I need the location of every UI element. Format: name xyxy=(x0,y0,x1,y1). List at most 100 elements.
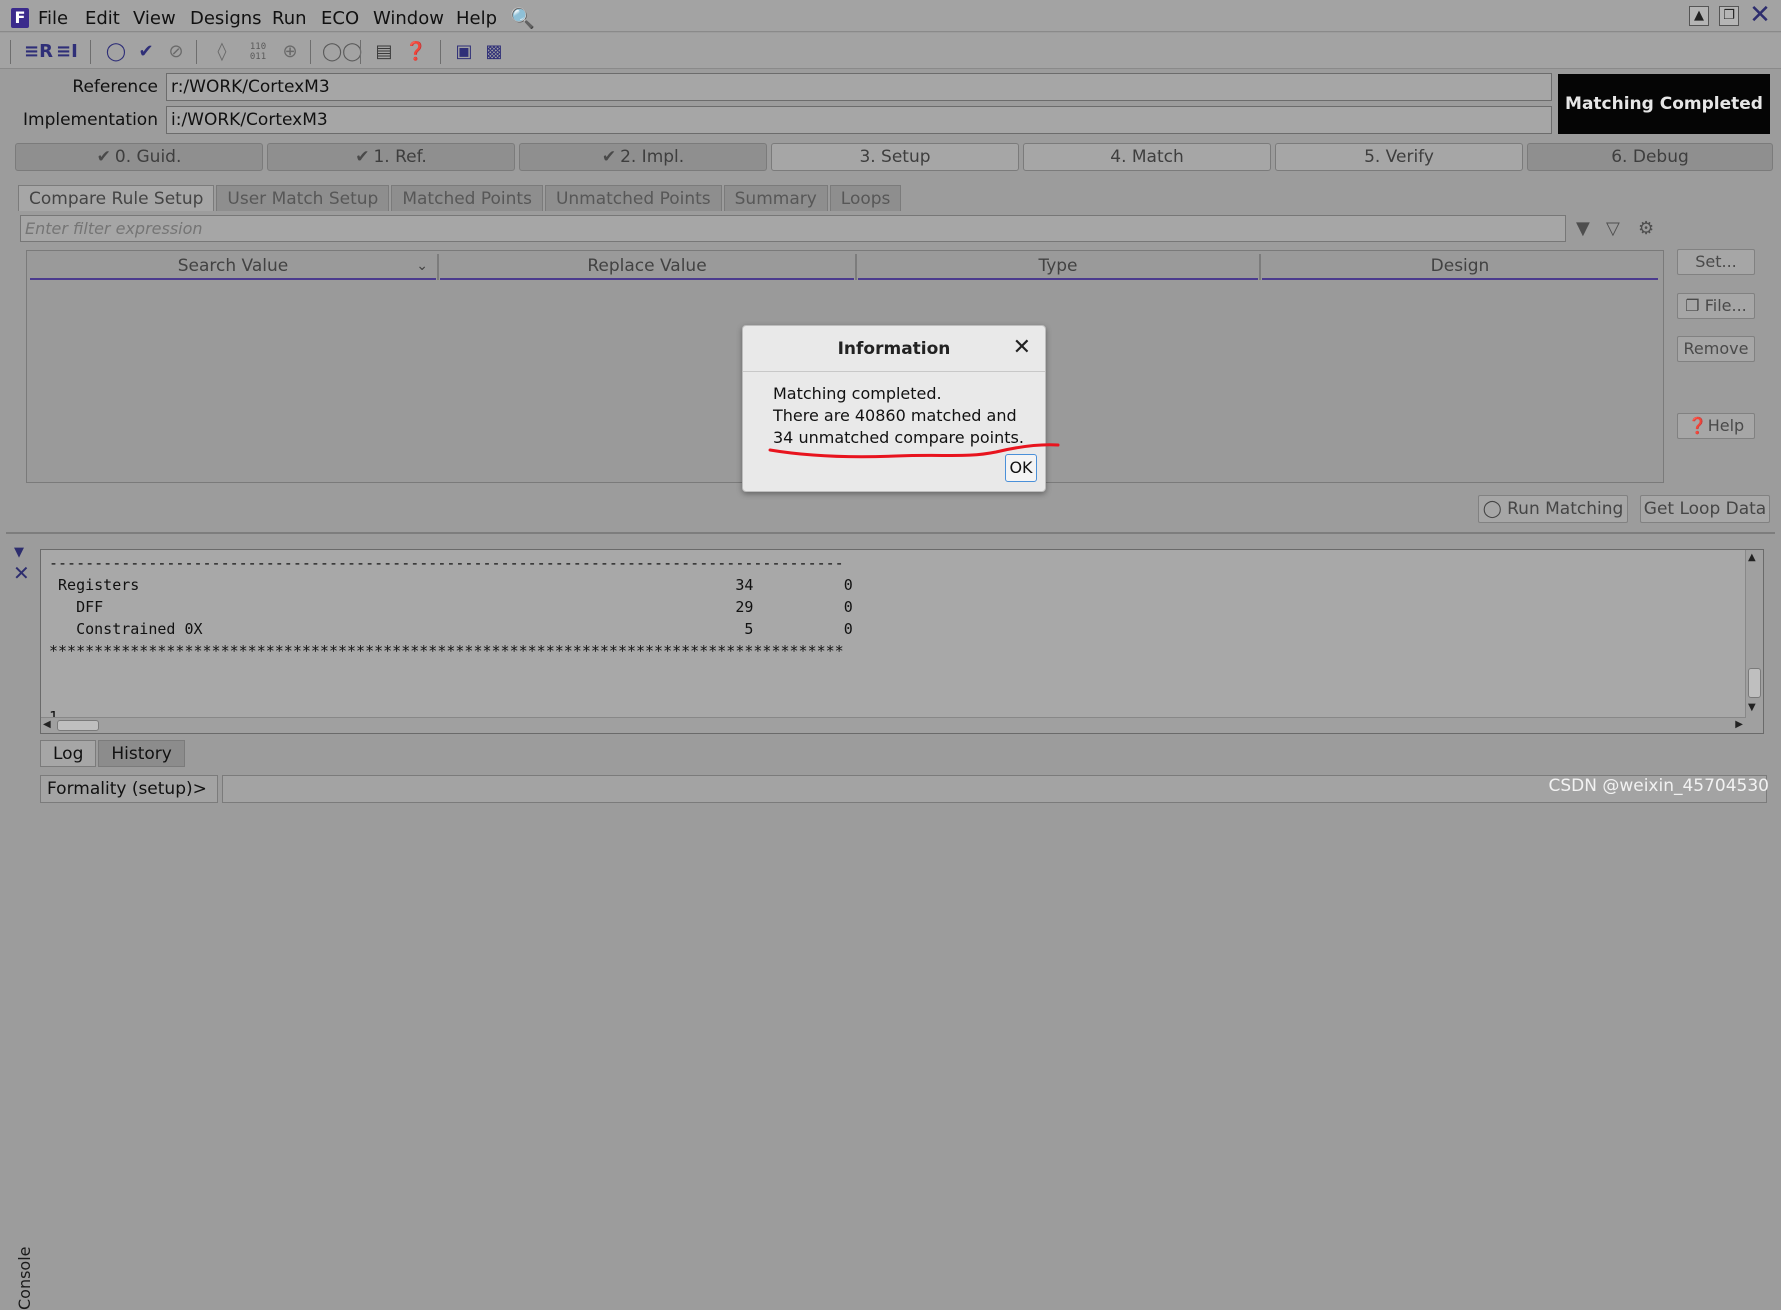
step-reference[interactable]: ✔ 1. Ref. xyxy=(267,143,515,171)
chevron-down-icon: ⌄ xyxy=(416,258,428,274)
restore-icon[interactable]: ❐ xyxy=(1719,6,1739,26)
menu-edit[interactable]: Edit xyxy=(85,8,120,29)
step-guidance[interactable]: ✔ 0. Guid. xyxy=(15,143,263,171)
binary-icon[interactable]: 110 011 xyxy=(244,42,272,64)
column-header-design[interactable]: Design xyxy=(1262,254,1658,280)
status-badge: Matching Completed xyxy=(1558,74,1770,134)
close-console-icon[interactable]: ✕ xyxy=(13,561,30,585)
tab-history[interactable]: History xyxy=(98,740,185,767)
tab-summary[interactable]: Summary xyxy=(723,185,828,211)
step-label: 0. Guid. xyxy=(114,147,182,167)
toolbar-separator xyxy=(196,40,197,64)
filter-icon[interactable]: ▼ xyxy=(1576,218,1590,239)
scroll-up-icon[interactable]: ▲ xyxy=(1748,552,1756,563)
horizontal-scroll-thumb[interactable] xyxy=(57,720,99,731)
menu-file[interactable]: File xyxy=(38,8,68,29)
panel-divider[interactable] xyxy=(6,532,1775,534)
get-loop-data-button[interactable]: Get Loop Data xyxy=(1640,495,1770,523)
horizontal-scrollbar[interactable]: ◀ ▶ xyxy=(41,717,1746,733)
step-verify[interactable]: 5. Verify xyxy=(1275,143,1523,171)
notepad-icon[interactable]: ▤ xyxy=(372,41,396,63)
tab-matched-points[interactable]: Matched Points xyxy=(391,185,543,211)
zoom-icon[interactable]: ⊕ xyxy=(278,41,302,63)
scroll-left-icon[interactable]: ◀ xyxy=(43,719,51,730)
dialog-title: Information xyxy=(837,339,951,359)
vertical-scrollbar[interactable]: ▲ ▼ xyxy=(1745,550,1763,733)
step-debug[interactable]: 6. Debug xyxy=(1527,143,1773,171)
run-matching-button[interactable]: ◯ Run Matching xyxy=(1478,495,1628,523)
tab-bar: Compare Rule Setup User Match Setup Matc… xyxy=(18,185,903,211)
file-icon: ❐ xyxy=(1685,296,1700,315)
run-icon: ◯ xyxy=(1482,499,1502,519)
column-divider[interactable] xyxy=(1259,254,1261,280)
maximize-icon[interactable]: ▲ xyxy=(1689,6,1709,26)
step-implementation[interactable]: ✔ 2. Impl. xyxy=(519,143,767,171)
step-setup[interactable]: 3. Setup xyxy=(771,143,1019,171)
watermark: CSDN @weixin_45704530 xyxy=(1548,776,1769,796)
column-header-search-value[interactable]: Search Value ⌄ xyxy=(30,254,436,280)
menu-bar: F File Edit View Designs Run ECO Window … xyxy=(0,0,1781,32)
run-matching-label: Run Matching xyxy=(1507,499,1624,519)
tab-unmatched-points[interactable]: Unmatched Points xyxy=(544,185,722,211)
column-header-replace-value[interactable]: Replace Value xyxy=(440,254,854,280)
column-divider[interactable] xyxy=(437,254,439,280)
column-header-type[interactable]: Type xyxy=(858,254,1258,280)
cone-icon[interactable]: ◊ xyxy=(210,41,234,63)
tab-compare-rule-setup[interactable]: Compare Rule Setup xyxy=(18,185,215,211)
binoculars-icon[interactable]: ◯◯ xyxy=(322,41,362,63)
setup-icon[interactable]: ◯ xyxy=(104,41,128,63)
read-implementation-icon[interactable]: ≡I xyxy=(56,41,78,63)
dialog-message-line: Matching completed. xyxy=(773,384,942,403)
console-log-text: ----------------------------------------… xyxy=(49,554,853,726)
filter-input[interactable] xyxy=(20,215,1566,242)
close-icon[interactable]: ✕ xyxy=(1013,335,1031,360)
implementation-label: Implementation xyxy=(23,110,158,130)
save-icon[interactable]: ▩ xyxy=(482,41,506,63)
column-divider[interactable] xyxy=(855,254,857,280)
check-icon: ✔ xyxy=(355,147,370,167)
filter-settings-icon[interactable]: ⚙ xyxy=(1638,218,1654,239)
command-prompt-label: Formality (setup)> xyxy=(40,775,218,803)
dialog-header: Information ✕ xyxy=(743,326,1045,372)
step-label: 3. Setup xyxy=(859,147,931,167)
scroll-right-icon[interactable]: ▶ xyxy=(1735,719,1743,730)
menu-run[interactable]: Run xyxy=(272,8,307,29)
stop-icon[interactable]: ⊘ xyxy=(164,41,188,63)
tab-user-match-setup[interactable]: User Match Setup xyxy=(216,185,390,211)
step-label: 5. Verify xyxy=(1364,147,1434,167)
menu-designs[interactable]: Designs xyxy=(190,8,262,29)
implementation-path-field[interactable]: i:/WORK/CortexM3 xyxy=(166,106,1552,134)
tab-loops[interactable]: Loops xyxy=(829,185,902,211)
file-button[interactable]: ❐ File... xyxy=(1677,293,1755,319)
menu-window[interactable]: Window xyxy=(373,8,444,29)
toolbar-separator xyxy=(440,40,441,64)
menu-eco[interactable]: ECO xyxy=(321,8,359,29)
console-tab-bar: Log History xyxy=(40,740,187,767)
menu-view[interactable]: View xyxy=(133,8,176,29)
check-icon: ✔ xyxy=(601,147,617,167)
check-icon: ✔ xyxy=(96,147,111,167)
help-button[interactable]: ❓Help xyxy=(1677,413,1755,439)
check-icon[interactable]: ✔ xyxy=(134,41,158,63)
step-match[interactable]: 4. Match xyxy=(1023,143,1271,171)
remove-button[interactable]: Remove xyxy=(1677,336,1755,362)
step-label: 1. Ref. xyxy=(373,147,427,167)
help-icon: ❓ xyxy=(1687,416,1708,435)
menu-help[interactable]: Help xyxy=(456,8,497,29)
reference-path-field[interactable]: r:/WORK/CortexM3 xyxy=(166,73,1552,101)
help-icon[interactable]: ❓ xyxy=(404,41,428,63)
scroll-down-icon[interactable]: ▼ xyxy=(1748,702,1756,713)
console-side-bar: ▼ ✕ Console xyxy=(12,545,34,1310)
collapse-icon[interactable]: ▼ xyxy=(14,545,24,560)
column-header-label: Search Value xyxy=(177,256,289,276)
open-folder-icon[interactable]: ▣ xyxy=(452,41,476,63)
console-log[interactable]: ----------------------------------------… xyxy=(40,549,1764,734)
close-icon[interactable]: ✕ xyxy=(1749,2,1771,28)
tab-log[interactable]: Log xyxy=(40,740,97,767)
filter-clear-icon[interactable]: ▽ xyxy=(1606,218,1620,239)
set-button[interactable]: Set... xyxy=(1677,249,1755,275)
command-input[interactable] xyxy=(222,775,1767,803)
vertical-scroll-thumb[interactable] xyxy=(1748,668,1761,698)
search-icon[interactable]: 🔍 xyxy=(510,6,535,30)
read-reference-icon[interactable]: ≡R xyxy=(24,41,53,63)
